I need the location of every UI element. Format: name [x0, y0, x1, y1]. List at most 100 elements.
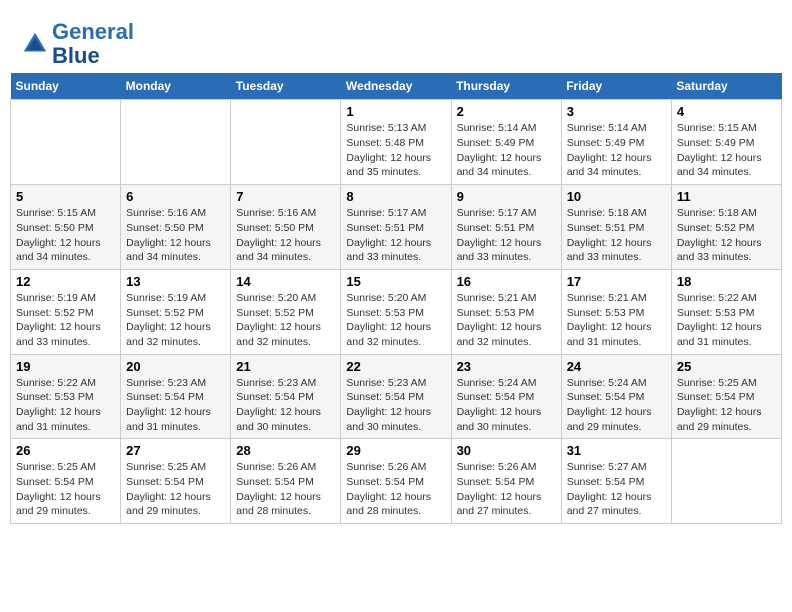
day-info: Sunrise: 5:23 AM Sunset: 5:54 PM Dayligh… [236, 376, 335, 435]
page-header: General Blue [10, 10, 782, 73]
day-number: 2 [457, 104, 556, 119]
day-number: 25 [677, 359, 776, 374]
calendar-cell: 29 Sunrise: 5:26 AM Sunset: 5:54 PM Dayli… [341, 439, 451, 524]
day-info: Sunrise: 5:19 AM Sunset: 5:52 PM Dayligh… [16, 291, 115, 350]
day-number: 28 [236, 443, 335, 458]
day-info: Sunrise: 5:25 AM Sunset: 5:54 PM Dayligh… [16, 460, 115, 519]
day-number: 22 [346, 359, 445, 374]
day-number: 7 [236, 189, 335, 204]
day-info: Sunrise: 5:25 AM Sunset: 5:54 PM Dayligh… [677, 376, 776, 435]
calendar-week-row: 1 Sunrise: 5:13 AM Sunset: 5:48 PM Daylig… [11, 100, 782, 185]
day-info: Sunrise: 5:19 AM Sunset: 5:52 PM Dayligh… [126, 291, 225, 350]
day-number: 26 [16, 443, 115, 458]
calendar-cell: 6 Sunrise: 5:16 AM Sunset: 5:50 PM Daylig… [121, 185, 231, 270]
calendar-cell: 21 Sunrise: 5:23 AM Sunset: 5:54 PM Dayli… [231, 354, 341, 439]
day-number: 15 [346, 274, 445, 289]
day-info: Sunrise: 5:16 AM Sunset: 5:50 PM Dayligh… [236, 206, 335, 265]
day-info: Sunrise: 5:15 AM Sunset: 5:50 PM Dayligh… [16, 206, 115, 265]
calendar-cell [11, 100, 121, 185]
calendar-cell: 2 Sunrise: 5:14 AM Sunset: 5:49 PM Daylig… [451, 100, 561, 185]
day-info: Sunrise: 5:26 AM Sunset: 5:54 PM Dayligh… [457, 460, 556, 519]
calendar-cell: 3Sunrise: 5:14 AM Sunset: 5:49 PM Daylig… [561, 100, 671, 185]
weekday-header: Thursday [451, 73, 561, 100]
calendar-week-row: 5Sunrise: 5:15 AM Sunset: 5:50 PM Daylig… [11, 185, 782, 270]
day-number: 10 [567, 189, 666, 204]
day-number: 18 [677, 274, 776, 289]
day-info: Sunrise: 5:14 AM Sunset: 5:49 PM Dayligh… [457, 121, 556, 180]
calendar-cell: 22 Sunrise: 5:23 AM Sunset: 5:54 PM Dayli… [341, 354, 451, 439]
weekday-header: Saturday [671, 73, 781, 100]
calendar-cell: 16Sunrise: 5:21 AM Sunset: 5:53 PM Dayli… [451, 269, 561, 354]
calendar-cell [231, 100, 341, 185]
day-info: Sunrise: 5:20 AM Sunset: 5:52 PM Dayligh… [236, 291, 335, 350]
day-info: Sunrise: 5:13 AM Sunset: 5:48 PM Dayligh… [346, 121, 445, 180]
calendar-cell: 24 Sunrise: 5:24 AM Sunset: 5:54 PM Dayli… [561, 354, 671, 439]
day-info: Sunrise: 5:25 AM Sunset: 5:54 PM Dayligh… [126, 460, 225, 519]
calendar-cell: 28Sunrise: 5:26 AM Sunset: 5:54 PM Dayli… [231, 439, 341, 524]
day-info: Sunrise: 5:18 AM Sunset: 5:52 PM Dayligh… [677, 206, 776, 265]
day-number: 19 [16, 359, 115, 374]
day-number: 9 [457, 189, 556, 204]
day-number: 1 [346, 104, 445, 119]
calendar-cell: 15 Sunrise: 5:20 AM Sunset: 5:53 PM Dayli… [341, 269, 451, 354]
day-info: Sunrise: 5:23 AM Sunset: 5:54 PM Dayligh… [346, 376, 445, 435]
weekday-header: Monday [121, 73, 231, 100]
day-info: Sunrise: 5:24 AM Sunset: 5:54 PM Dayligh… [457, 376, 556, 435]
weekday-header: Tuesday [231, 73, 341, 100]
day-number: 30 [457, 443, 556, 458]
calendar-cell: 5Sunrise: 5:15 AM Sunset: 5:50 PM Daylig… [11, 185, 121, 270]
day-number: 3 [567, 104, 666, 119]
calendar-table: SundayMondayTuesdayWednesdayThursdayFrid… [10, 73, 782, 524]
weekday-header: Friday [561, 73, 671, 100]
day-number: 6 [126, 189, 225, 204]
day-number: 23 [457, 359, 556, 374]
day-info: Sunrise: 5:18 AM Sunset: 5:51 PM Dayligh… [567, 206, 666, 265]
day-number: 11 [677, 189, 776, 204]
calendar-cell: 11 Sunrise: 5:18 AM Sunset: 5:52 PM Dayli… [671, 185, 781, 270]
day-number: 13 [126, 274, 225, 289]
day-info: Sunrise: 5:15 AM Sunset: 5:49 PM Dayligh… [677, 121, 776, 180]
calendar-cell: 12 Sunrise: 5:19 AM Sunset: 5:52 PM Dayli… [11, 269, 121, 354]
calendar-cell: 17Sunrise: 5:21 AM Sunset: 5:53 PM Dayli… [561, 269, 671, 354]
day-number: 14 [236, 274, 335, 289]
calendar-cell: 13 Sunrise: 5:19 AM Sunset: 5:52 PM Dayli… [121, 269, 231, 354]
day-number: 20 [126, 359, 225, 374]
day-info: Sunrise: 5:21 AM Sunset: 5:53 PM Dayligh… [567, 291, 666, 350]
calendar-week-row: 26 Sunrise: 5:25 AM Sunset: 5:54 PM Dayli… [11, 439, 782, 524]
day-number: 21 [236, 359, 335, 374]
calendar-cell [121, 100, 231, 185]
day-info: Sunrise: 5:17 AM Sunset: 5:51 PM Dayligh… [346, 206, 445, 265]
calendar-cell: 26 Sunrise: 5:25 AM Sunset: 5:54 PM Dayli… [11, 439, 121, 524]
calendar-cell: 1 Sunrise: 5:13 AM Sunset: 5:48 PM Daylig… [341, 100, 451, 185]
calendar-cell: 25 Sunrise: 5:25 AM Sunset: 5:54 PM Dayli… [671, 354, 781, 439]
calendar-cell: 9 Sunrise: 5:17 AM Sunset: 5:51 PM Daylig… [451, 185, 561, 270]
calendar-week-row: 19Sunrise: 5:22 AM Sunset: 5:53 PM Dayli… [11, 354, 782, 439]
day-number: 27 [126, 443, 225, 458]
calendar-cell: 8Sunrise: 5:17 AM Sunset: 5:51 PM Daylig… [341, 185, 451, 270]
day-info: Sunrise: 5:16 AM Sunset: 5:50 PM Dayligh… [126, 206, 225, 265]
calendar-cell: 20 Sunrise: 5:23 AM Sunset: 5:54 PM Dayli… [121, 354, 231, 439]
calendar-body: 1 Sunrise: 5:13 AM Sunset: 5:48 PM Daylig… [11, 100, 782, 524]
day-number: 4 [677, 104, 776, 119]
calendar-week-row: 12 Sunrise: 5:19 AM Sunset: 5:52 PM Dayli… [11, 269, 782, 354]
calendar-header: SundayMondayTuesdayWednesdayThursdayFrid… [11, 73, 782, 100]
calendar-cell: 18Sunrise: 5:22 AM Sunset: 5:53 PM Dayli… [671, 269, 781, 354]
day-info: Sunrise: 5:21 AM Sunset: 5:53 PM Dayligh… [457, 291, 556, 350]
calendar-cell: 10 Sunrise: 5:18 AM Sunset: 5:51 PM Dayli… [561, 185, 671, 270]
weekday-header: Wednesday [341, 73, 451, 100]
day-info: Sunrise: 5:20 AM Sunset: 5:53 PM Dayligh… [346, 291, 445, 350]
calendar-cell: 31 Sunrise: 5:27 AM Sunset: 5:54 PM Dayli… [561, 439, 671, 524]
day-info: Sunrise: 5:23 AM Sunset: 5:54 PM Dayligh… [126, 376, 225, 435]
logo-icon [20, 29, 50, 59]
day-number: 12 [16, 274, 115, 289]
day-info: Sunrise: 5:26 AM Sunset: 5:54 PM Dayligh… [346, 460, 445, 519]
day-info: Sunrise: 5:17 AM Sunset: 5:51 PM Dayligh… [457, 206, 556, 265]
day-info: Sunrise: 5:27 AM Sunset: 5:54 PM Dayligh… [567, 460, 666, 519]
day-number: 29 [346, 443, 445, 458]
calendar-cell: 23 Sunrise: 5:24 AM Sunset: 5:54 PM Dayli… [451, 354, 561, 439]
day-number: 24 [567, 359, 666, 374]
weekday-header: Sunday [11, 73, 121, 100]
day-number: 31 [567, 443, 666, 458]
logo-text: General Blue [52, 20, 134, 68]
day-info: Sunrise: 5:24 AM Sunset: 5:54 PM Dayligh… [567, 376, 666, 435]
